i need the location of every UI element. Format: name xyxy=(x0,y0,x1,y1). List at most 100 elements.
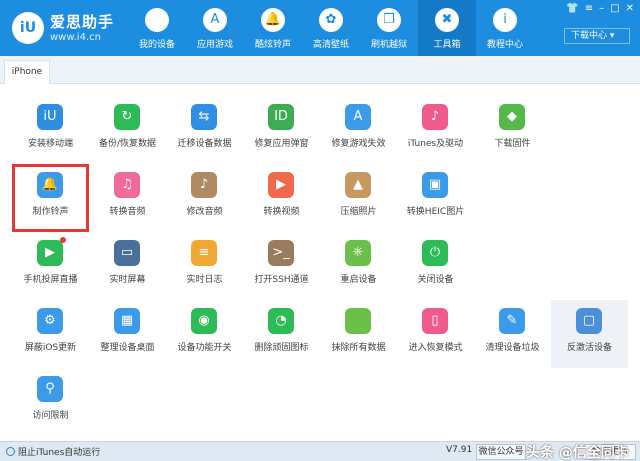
tool-label: 安装移动端 xyxy=(27,139,73,149)
bell-icon: 🔔 xyxy=(37,172,63,198)
nav-apps-games[interactable]: A 应用游戏 xyxy=(186,0,244,56)
tool-label: 设备功能开关 xyxy=(177,343,232,353)
watermark-text: 头条 @信全同卡 xyxy=(526,445,629,461)
power-icon: ⏻ xyxy=(422,240,448,266)
tool-label: 转换视频 xyxy=(263,207,300,217)
window-controls: 👕 ≡ – □ ✕ xyxy=(566,3,634,14)
empty-cell xyxy=(551,164,628,232)
tool-convert-audio[interactable]: ♫ 转换音频 xyxy=(89,164,166,232)
apple-id-icon: ID xyxy=(268,104,294,130)
tool-clean-junk[interactable]: ✎ 清理设备垃圾 xyxy=(474,300,551,368)
tool-make-ringtone[interactable]: 🔔 制作铃声 xyxy=(12,164,89,232)
tool-label: 压缩照片 xyxy=(340,207,377,217)
itunes-block-toggle[interactable] xyxy=(6,447,15,456)
version-label: V7.91 xyxy=(446,445,473,455)
tool-label: 访问限制 xyxy=(32,411,69,421)
nav-wallpapers[interactable]: ✿ 高清壁纸 xyxy=(302,0,360,56)
nav-label: 酷炫铃声 xyxy=(254,40,291,50)
nav-ringtones[interactable]: 🔔 酷炫铃声 xyxy=(244,0,302,56)
tool-live-log[interactable]: ≡ 实时日志 xyxy=(166,232,243,300)
nav-label: 应用游戏 xyxy=(196,40,233,50)
tool-label: iTunes及驱动 xyxy=(407,139,464,149)
backup-icon: ↻ xyxy=(114,104,140,130)
audio-edit-icon: ♪ xyxy=(191,172,217,198)
play-icon: ▶ xyxy=(268,172,294,198)
tool-label: 制作铃声 xyxy=(32,207,69,217)
lock-icon: ⚲ xyxy=(37,376,63,402)
status-bar: 阻止iTunes自动运行 V7.91 微信公众号 检查更新 头条 @信全同卡 xyxy=(0,441,640,461)
menu-icon[interactable]: ≡ xyxy=(585,3,593,14)
apple-icon xyxy=(145,8,169,32)
toggle-icon: ◉ xyxy=(191,308,217,334)
itunes-block-label[interactable]: 阻止iTunes自动运行 xyxy=(18,445,100,458)
phone-transfer-icon: ⇆ xyxy=(191,104,217,130)
tool-backup-restore[interactable]: ↻ 备份/恢复数据 xyxy=(89,96,166,164)
tool-label: 手机投屏直播 xyxy=(23,275,78,285)
tool-delete-icons[interactable]: ◔ 删除顽固图标 xyxy=(243,300,320,368)
brand-logo: iU xyxy=(12,12,44,44)
music-icon: ♫ xyxy=(114,172,140,198)
empty-cell xyxy=(551,232,628,300)
deactivate-icon: ▢ xyxy=(576,308,602,334)
tool-restrictions[interactable]: ⚲ 访问限制 xyxy=(12,368,89,436)
skin-icon[interactable]: 👕 xyxy=(566,3,578,14)
tool-screen-mirror[interactable]: ▶ 手机投屏直播 xyxy=(12,232,89,300)
log-icon: ≡ xyxy=(191,240,217,266)
tool-download-firmware[interactable]: ◆ 下载固件 xyxy=(474,96,551,164)
tool-label: 实时日志 xyxy=(186,275,223,285)
tool-label: 抹除所有数据 xyxy=(331,343,386,353)
bell-icon: 🔔 xyxy=(261,8,285,32)
photo-icon: ▲ xyxy=(345,172,371,198)
tool-label: 下载固件 xyxy=(494,139,531,149)
tool-fix-game[interactable]: A 修复游戏失效 xyxy=(320,96,397,164)
tool-label: 修复游戏失效 xyxy=(331,139,386,149)
tool-recovery-mode[interactable]: ▯ 进入恢复模式 xyxy=(397,300,474,368)
tool-convert-heic[interactable]: ▣ 转换HEIC图片 xyxy=(397,164,474,232)
wechat-button[interactable]: 微信公众号 xyxy=(476,444,526,460)
tool-install-mobile[interactable]: iU 安装移动端 xyxy=(12,96,89,164)
tool-convert-video[interactable]: ▶ 转换视频 xyxy=(243,164,320,232)
info-icon: i xyxy=(493,8,517,32)
main-nav: 我的设备 A 应用游戏 🔔 酷炫铃声 ✿ 高清壁纸 ❒ 刷机越狱 ✖ 工具箱 i… xyxy=(128,0,534,56)
device-tab-bar: iPhone xyxy=(0,56,640,84)
close-icon[interactable]: ✕ xyxy=(626,3,634,14)
tool-live-screen[interactable]: ▭ 实时屏幕 xyxy=(89,232,166,300)
nav-flash-jailbreak[interactable]: ❒ 刷机越狱 xyxy=(360,0,418,56)
apple-icon xyxy=(345,308,371,334)
nav-label: 教程中心 xyxy=(486,40,523,50)
maximize-icon[interactable]: □ xyxy=(610,3,619,14)
tool-fix-app-popup[interactable]: ID 修复应用弹窗 xyxy=(243,96,320,164)
tool-migrate-data[interactable]: ⇆ 迁移设备数据 xyxy=(166,96,243,164)
nav-my-device[interactable]: 我的设备 xyxy=(128,0,186,56)
new-badge xyxy=(60,237,66,243)
tools-icon: ✖ xyxy=(435,8,459,32)
nav-toolbox[interactable]: ✖ 工具箱 xyxy=(418,0,476,56)
nav-tutorials[interactable]: i 教程中心 xyxy=(476,0,534,56)
nav-label: 工具箱 xyxy=(433,40,461,50)
download-center-button[interactable]: 下载中心 ▾ xyxy=(564,28,630,44)
tool-itunes-driver[interactable]: ♪ iTunes及驱动 xyxy=(397,96,474,164)
gear-icon: ⚙ xyxy=(37,308,63,334)
tool-block-ios-update[interactable]: ⚙ 屏蔽iOS更新 xyxy=(12,300,89,368)
tool-erase-all-data[interactable]: 抹除所有数据 xyxy=(320,300,397,368)
app-store-icon: A xyxy=(345,104,371,130)
tool-feature-toggles[interactable]: ◉ 设备功能开关 xyxy=(166,300,243,368)
pie-icon: ◔ xyxy=(268,308,294,334)
tool-label: 屏蔽iOS更新 xyxy=(24,343,77,353)
tool-organize-desktop[interactable]: ▦ 整理设备桌面 xyxy=(89,300,166,368)
tab-iphone[interactable]: iPhone xyxy=(4,60,50,84)
tool-label: 备份/恢复数据 xyxy=(98,139,157,149)
nav-label: 高清壁纸 xyxy=(312,40,349,50)
tool-label: 转换音频 xyxy=(109,207,146,217)
nav-label: 刷机越狱 xyxy=(370,40,407,50)
box-icon: ❒ xyxy=(377,8,401,32)
tool-label: 修改音频 xyxy=(186,207,223,217)
tool-label: 进入恢复模式 xyxy=(408,343,463,353)
tool-compress-photo[interactable]: ▲ 压缩照片 xyxy=(320,164,397,232)
minimize-icon[interactable]: – xyxy=(599,3,604,14)
tool-open-ssh[interactable]: >_ 打开SSH通道 xyxy=(243,232,320,300)
tool-edit-audio[interactable]: ♪ 修改音频 xyxy=(166,164,243,232)
tool-restart-device[interactable]: ✳ 重启设备 xyxy=(320,232,397,300)
tool-deactivate-device[interactable]: ▢ 反激活设备 xyxy=(551,300,628,368)
tool-shutdown-device[interactable]: ⏻ 关闭设备 xyxy=(397,232,474,300)
